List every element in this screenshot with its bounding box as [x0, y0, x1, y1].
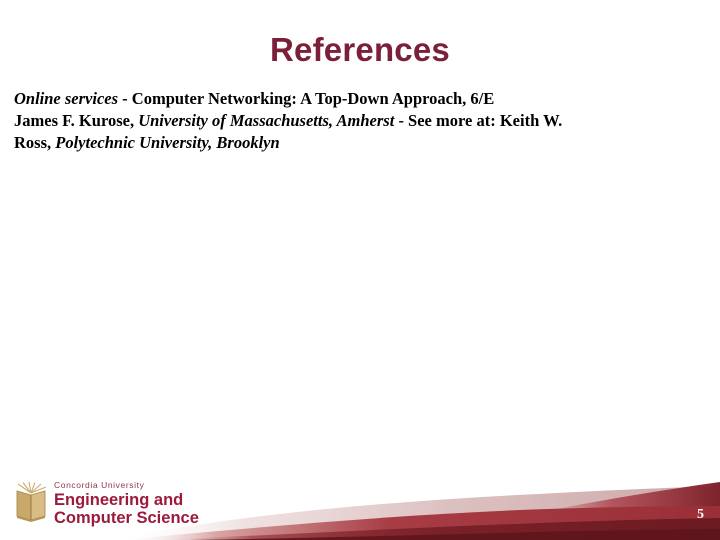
open-book-icon: [14, 481, 48, 526]
logo-university-name: Concordia University: [54, 480, 145, 490]
wave-layer-upper-right: [420, 482, 720, 540]
reference-line-2: James F. Kurose, University of Massachus…: [14, 110, 614, 132]
slide: References Online services - Computer Ne…: [0, 0, 720, 540]
reference-line-2-tail: - See more at: Keith W.: [394, 111, 563, 130]
reference-line-3-author: Ross,: [14, 133, 56, 152]
reference-line-3-affiliation: Polytechnic University, Brooklyn: [55, 133, 280, 152]
page-title: References: [270, 31, 450, 68]
logo-faculty-line-1: Engineering and: [54, 491, 184, 509]
logo-faculty-line-2: Computer Science: [54, 509, 199, 527]
logo-text-block: Concordia University Engineering and Com…: [54, 480, 199, 527]
reference-line-2-affiliation: University of Massachusetts, Amherst: [138, 111, 395, 130]
reference-line-1-dash: -: [118, 89, 132, 108]
reference-text-block: Online services - Computer Networking: A…: [14, 88, 614, 154]
reference-line-3: Ross, Polytechnic University, Brooklyn: [14, 132, 614, 154]
reference-line-2-author: James F. Kurose,: [14, 111, 139, 130]
reference-line-1-italic: Online services: [14, 89, 119, 108]
page-number: 5: [697, 507, 704, 522]
concordia-logo: Concordia University Engineering and Com…: [14, 480, 314, 532]
reference-line-1-bold: Computer Networking: A Top-Down Approach…: [131, 89, 495, 108]
reference-line-1: Online services - Computer Networking: A…: [14, 88, 614, 110]
